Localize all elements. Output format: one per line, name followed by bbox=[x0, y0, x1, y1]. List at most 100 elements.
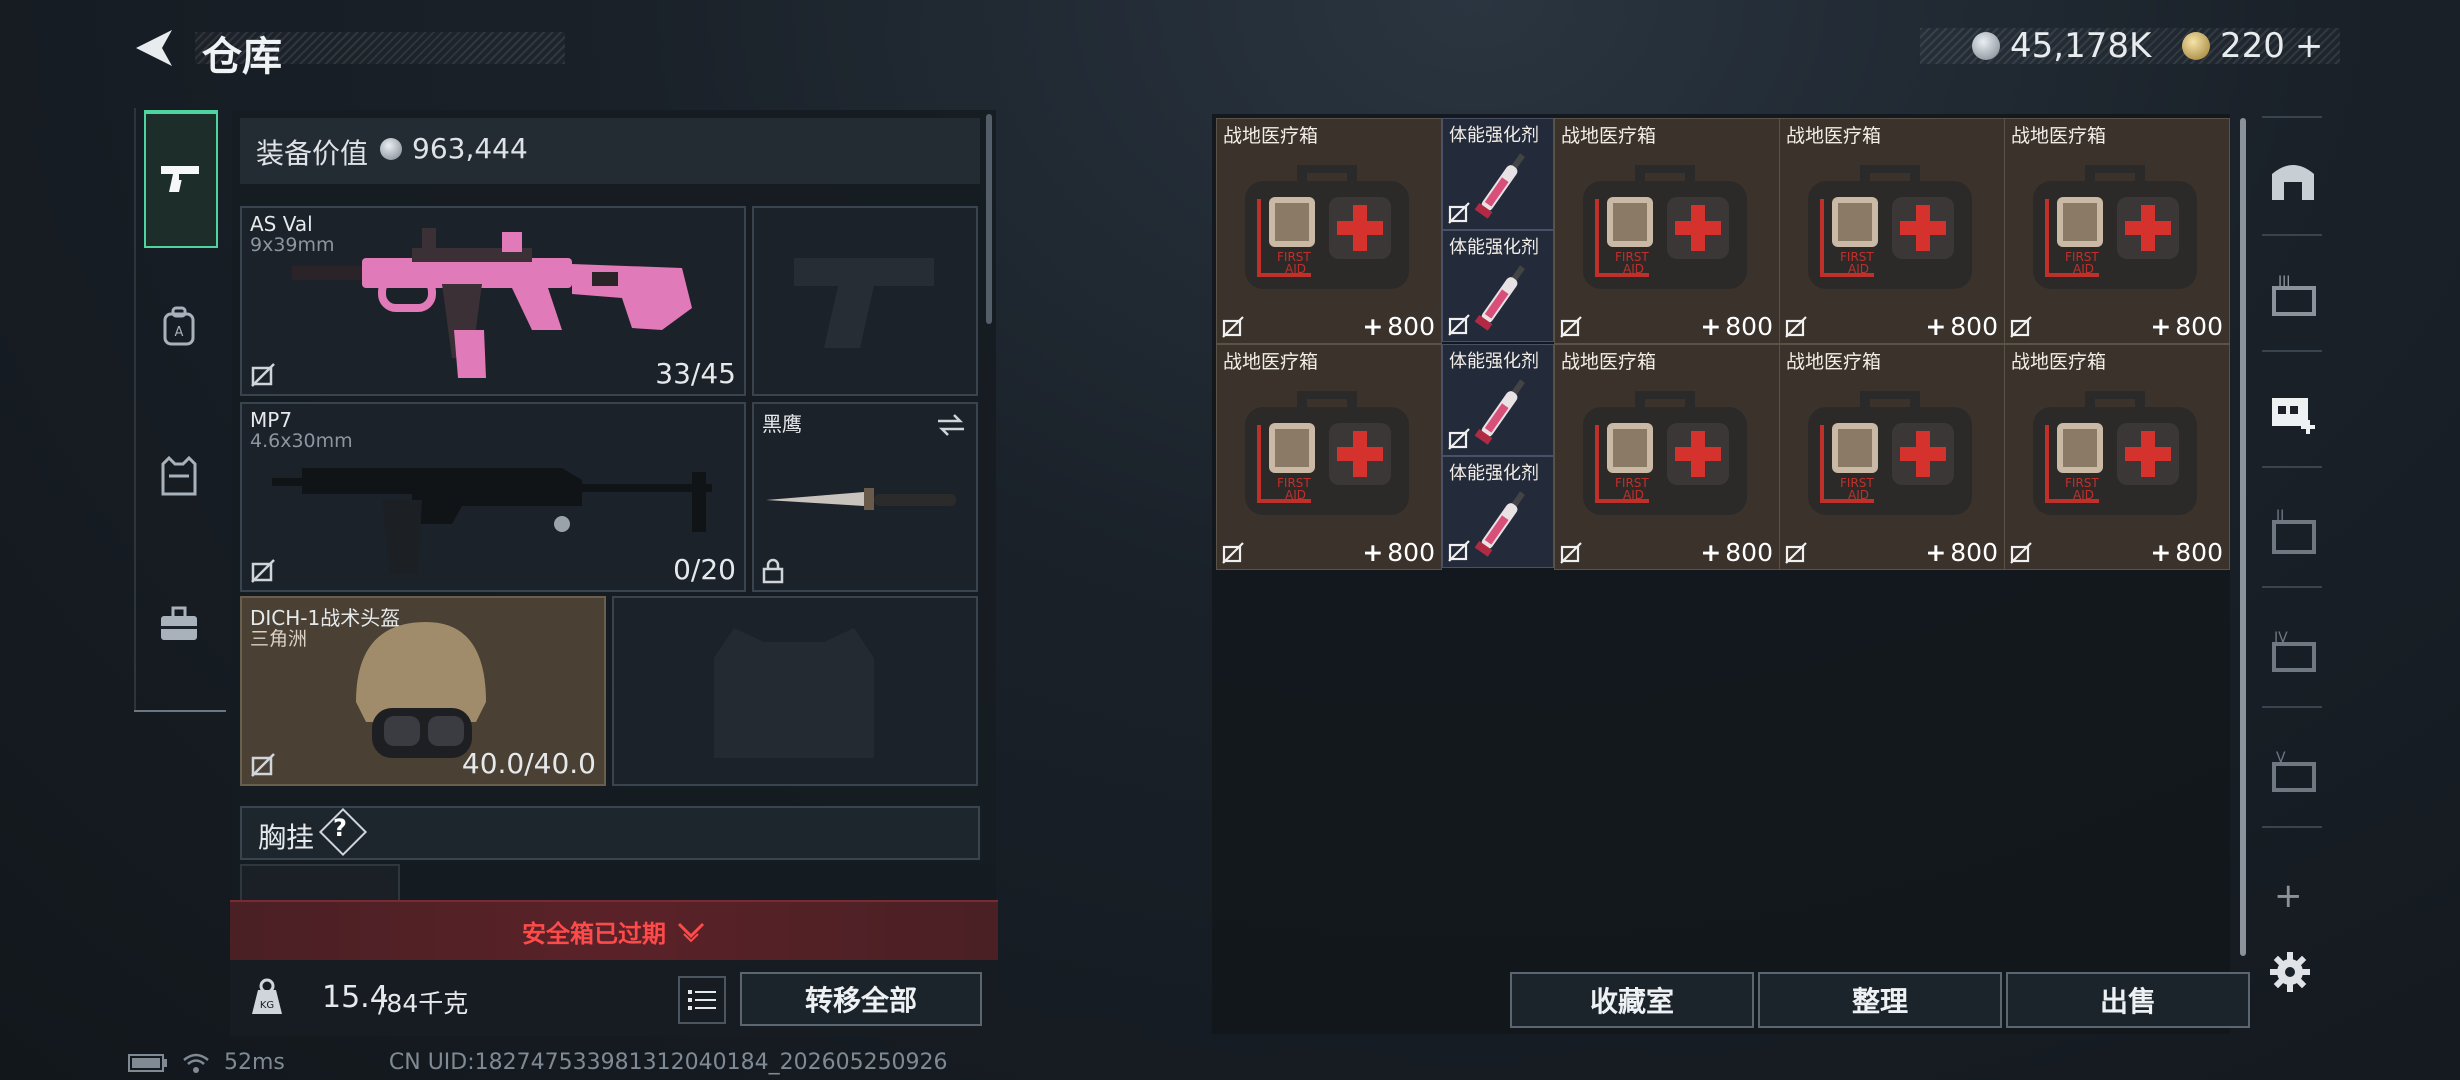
item-amount: +800 bbox=[1925, 312, 1998, 341]
tab-backpack[interactable]: A bbox=[144, 288, 214, 368]
mp7-smg-icon bbox=[272, 468, 712, 574]
item-name: 战地医疗箱 bbox=[1786, 351, 1882, 373]
first-aid-kit-icon: FIRSTAID bbox=[2033, 165, 2197, 289]
weight-icon: KG bbox=[252, 978, 282, 1014]
storage-main-tab[interactable] bbox=[2268, 154, 2318, 204]
inventory-item-medkit[interactable]: 战地医疗箱 FIRST AID +800 bbox=[2004, 118, 2230, 344]
plus-icon: + bbox=[1925, 538, 1947, 567]
back-arrow-icon[interactable] bbox=[132, 26, 176, 70]
item-amount-value: 800 bbox=[1725, 538, 1773, 567]
item-name: 战地医疗箱 bbox=[1223, 125, 1319, 147]
gear-icon bbox=[2270, 952, 2310, 992]
inventory-item-medkit[interactable]: 战地医疗箱 FIRST AID +800 bbox=[1554, 344, 1780, 570]
storage-iv-icon: IV bbox=[2272, 630, 2316, 672]
insurance-off-icon bbox=[251, 753, 275, 777]
storage-page-2-tab[interactable]: II bbox=[2268, 506, 2318, 556]
helmet-brand: 三角洲 bbox=[250, 628, 308, 650]
insurance-off-icon bbox=[1448, 428, 1470, 450]
storage-page-3-tab[interactable]: III bbox=[2268, 270, 2318, 320]
svg-text:AID: AID bbox=[1623, 262, 1644, 276]
transfer-all-button[interactable]: 转移全部 bbox=[740, 972, 982, 1026]
first-aid-kit-icon: FIRSTAID bbox=[2033, 391, 2197, 515]
item-amount-value: 800 bbox=[2175, 538, 2223, 567]
item-name: 战地医疗箱 bbox=[1561, 125, 1657, 147]
storage-iii-icon: III bbox=[2272, 274, 2316, 316]
storage-expand-tab[interactable] bbox=[2268, 386, 2318, 436]
currency-main-value: 45,178K bbox=[2010, 26, 2152, 66]
sort-button[interactable]: 整理 bbox=[1758, 972, 2002, 1028]
battery-icon bbox=[128, 1053, 167, 1072]
secondary-weapon-slot[interactable]: MP7 4.6x30mm 0/20 bbox=[240, 402, 746, 592]
havoc-coin-icon bbox=[1972, 32, 2000, 60]
helmet-slot[interactable]: DICH-1战术头盔 三角洲 40.0/40.0 bbox=[240, 596, 606, 786]
storage-add-icon bbox=[2272, 398, 2315, 434]
svg-text:AID: AID bbox=[2073, 262, 2094, 276]
inventory-item-syringe[interactable]: 体能强化剂 bbox=[1442, 456, 1554, 568]
melee-name: 黑鹰 bbox=[762, 412, 802, 436]
equipment-value-bar: 装备价值 963,444 bbox=[240, 118, 980, 184]
sell-button[interactable]: 出售 bbox=[2006, 972, 2250, 1028]
svg-text:AID: AID bbox=[1848, 262, 1869, 276]
inventory-item-syringe[interactable]: 体能强化剂 bbox=[1442, 344, 1554, 456]
currency-main[interactable]: 45,178K bbox=[1972, 26, 2151, 66]
item-amount-value: 800 bbox=[1387, 538, 1435, 567]
currency-second-value: 220 bbox=[2220, 26, 2285, 66]
swap-icon[interactable] bbox=[936, 412, 966, 438]
tab-weapons[interactable] bbox=[144, 110, 218, 248]
insurance-off-icon bbox=[251, 363, 275, 387]
chevron-down-icon bbox=[677, 922, 705, 943]
collection-room-button[interactable]: 收藏室 bbox=[1510, 972, 1754, 1028]
ammo-count: 0/20 bbox=[673, 553, 736, 586]
list-icon bbox=[688, 990, 716, 1010]
storage-page-4-tab[interactable]: IV bbox=[2268, 626, 2318, 676]
wifi-icon bbox=[183, 1053, 209, 1073]
plus-icon: + bbox=[1700, 538, 1722, 567]
inventory-item-syringe[interactable]: 体能强化剂 bbox=[1442, 118, 1554, 230]
inventory-item-medkit[interactable]: 战地医疗箱 FIRST AID +800 bbox=[1554, 118, 1780, 344]
safebox-expired-banner[interactable]: 安全箱已过期 bbox=[230, 900, 998, 960]
item-amount-value: 800 bbox=[1725, 312, 1773, 341]
item-name: 战地医疗箱 bbox=[1561, 351, 1657, 373]
status-bar: 52ms CN UID:1827475339813120401​84_20260… bbox=[128, 1050, 948, 1075]
item-amount: +800 bbox=[1362, 312, 1435, 341]
insurance-off-icon bbox=[1560, 542, 1582, 564]
currency-second[interactable]: 220 + bbox=[2182, 26, 2323, 66]
melee-slot[interactable]: 黑鹰 bbox=[752, 402, 978, 592]
toolbox-icon bbox=[159, 606, 199, 646]
svg-text:III: III bbox=[2278, 274, 2290, 290]
settings-button[interactable] bbox=[2268, 950, 2318, 1000]
gold-coin-icon bbox=[2182, 32, 2210, 60]
storage-scrollbar[interactable] bbox=[2240, 118, 2246, 956]
list-view-button[interactable] bbox=[678, 976, 726, 1024]
item-amount: +800 bbox=[1925, 538, 1998, 567]
syringe-icon bbox=[1474, 153, 1525, 219]
inventory-item-medkit[interactable]: 战地医疗箱 FIRST AID +800 bbox=[1779, 344, 2005, 570]
inventory-item-medkit[interactable]: 战地医疗箱 FIRST AID +800 bbox=[1216, 118, 1442, 344]
add-storage-button[interactable]: + bbox=[2274, 876, 2303, 916]
armor-slot-empty[interactable] bbox=[612, 596, 978, 786]
insurance-off-icon bbox=[1448, 540, 1470, 562]
inventory-item-syringe[interactable]: 体能强化剂 bbox=[1442, 230, 1554, 342]
inventory-item-medkit[interactable]: 战地医疗箱 FIRST AID +800 bbox=[1779, 118, 2005, 344]
tab-vest[interactable] bbox=[144, 438, 214, 518]
first-aid-kit-icon: FIRSTAID bbox=[1808, 165, 1972, 289]
page-title: 仓库 bbox=[202, 34, 282, 80]
plus-icon: + bbox=[1700, 312, 1722, 341]
svg-text:AID: AID bbox=[1848, 488, 1869, 502]
pistol-slot-empty[interactable] bbox=[752, 206, 978, 396]
currency-add[interactable]: + bbox=[2295, 26, 2324, 66]
storage-page-5-tab[interactable]: V bbox=[2268, 746, 2318, 796]
item-amount: +800 bbox=[2150, 312, 2223, 341]
item-amount: +800 bbox=[1700, 312, 1773, 341]
inventory-item-medkit[interactable]: 战地医疗箱 FIRST AID +800 bbox=[2004, 344, 2230, 570]
inventory-item-medkit[interactable]: 战地医疗箱 FIRST AID +800 bbox=[1216, 344, 1442, 570]
equipment-scrollbar[interactable] bbox=[986, 114, 992, 324]
weight-max: /84千克 bbox=[378, 989, 469, 1018]
tab-toolbox[interactable] bbox=[144, 586, 214, 666]
plus-icon: + bbox=[1925, 312, 1947, 341]
helmet-durability: 40.0/40.0 bbox=[461, 747, 596, 780]
plus-icon: + bbox=[2150, 312, 2172, 341]
primary-weapon-slot[interactable]: AS Val 9x39mm 33/45 bbox=[240, 206, 746, 396]
ammo-count: 33/45 bbox=[655, 357, 736, 390]
ping-value: 52ms bbox=[224, 1050, 285, 1075]
